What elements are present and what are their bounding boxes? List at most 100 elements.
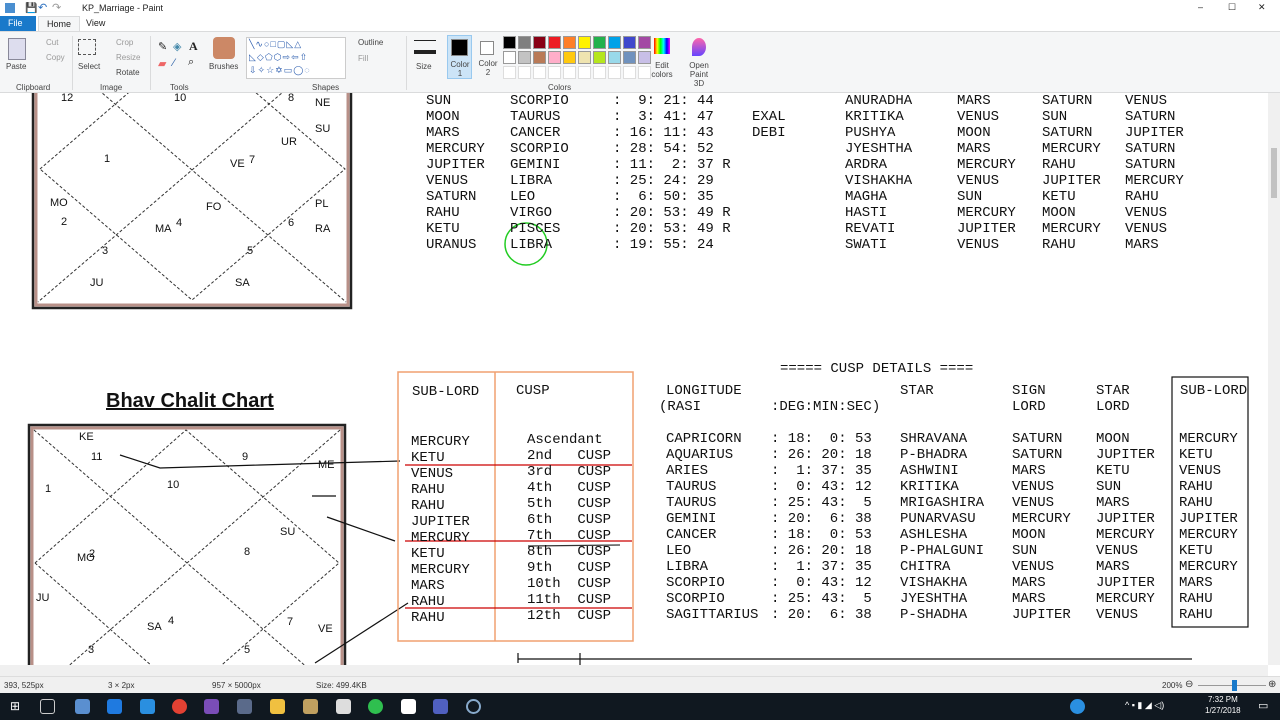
palette-color-swatch[interactable] (608, 36, 621, 49)
file-explorer-icon[interactable] (270, 699, 285, 714)
app-icon-4[interactable] (466, 699, 481, 714)
close-button[interactable]: ✕ (1258, 2, 1266, 13)
palette-color-swatch[interactable] (518, 36, 531, 49)
snipping-tool-icon[interactable] (303, 699, 318, 714)
palette-color-swatch[interactable] (503, 36, 516, 49)
edit-colors-button[interactable]: Edit colors (648, 61, 676, 79)
notifications-icon[interactable]: ▭ (1258, 699, 1268, 712)
rotate-button[interactable]: Rotate (116, 68, 140, 77)
palette-color-swatch[interactable] (593, 51, 606, 64)
palette-color-swatch[interactable] (518, 51, 531, 64)
fill-button[interactable]: Fill (358, 54, 368, 63)
shapes-gallery[interactable]: ╲∿○□▢◺△ ◺◇⬠⬡⇨⇦⇧ ⇩✧☆✡▭◯◌ (246, 37, 346, 79)
help-icon[interactable] (1070, 699, 1085, 714)
app-icon[interactable] (75, 699, 90, 714)
brushes-button[interactable]: Brushes (209, 62, 238, 71)
windows-start-icon[interactable]: ⊞ (10, 699, 20, 713)
tab-view[interactable]: View (78, 16, 113, 31)
minimize-button[interactable]: – (1198, 2, 1203, 12)
whatsapp-icon[interactable] (368, 699, 383, 714)
palette-empty-swatch[interactable] (593, 66, 606, 79)
maximize-button[interactable]: ☐ (1228, 2, 1236, 13)
palette-color-swatch[interactable] (638, 36, 651, 49)
ie-icon[interactable] (140, 699, 155, 714)
palette-empty-swatch[interactable] (608, 66, 621, 79)
paste-button[interactable]: Paste (6, 62, 26, 71)
cusp-details-title: ===== CUSP DETAILS ==== (780, 361, 974, 377)
palette-color-swatch[interactable] (608, 51, 621, 64)
fill-bucket-icon[interactable]: ◈ (173, 40, 181, 53)
palette-color-swatch[interactable] (533, 36, 546, 49)
edge-icon[interactable] (107, 699, 122, 714)
palette-color-swatch[interactable] (578, 36, 591, 49)
palette-empty-swatch[interactable] (518, 66, 531, 79)
palette-empty-swatch[interactable] (563, 66, 576, 79)
palette-color-swatch[interactable] (503, 51, 516, 64)
save-icon[interactable]: 💾 (25, 3, 37, 14)
color1-button[interactable]: Color 1 (447, 35, 472, 79)
app-icon-2[interactable] (401, 699, 416, 714)
tab-file[interactable]: File (0, 16, 36, 31)
color-picker-icon[interactable]: ⁄ (173, 57, 175, 69)
clock-time[interactable]: 7:32 PM (1208, 695, 1238, 704)
palette-empty-swatch[interactable] (623, 66, 636, 79)
paint3d-icon[interactable] (692, 38, 706, 56)
magnifier-icon[interactable]: ⌕ (188, 56, 194, 69)
task-view-icon[interactable] (40, 699, 55, 714)
palette-color-swatch[interactable] (548, 36, 561, 49)
size-button[interactable]: Size (416, 62, 432, 71)
palette-color-swatch[interactable] (548, 51, 561, 64)
palette-color-swatch[interactable] (623, 36, 636, 49)
palette-empty-swatch[interactable] (578, 66, 591, 79)
copy-button[interactable]: Copy (46, 53, 65, 62)
color2-button[interactable]: Color 2 (476, 35, 501, 79)
canvas[interactable]: 12 10 8 NE SU UR 1 VE 7 MO 2 FO MA 4 PL 6 RA 3 5 JU SA KE 11 9… (0, 93, 1268, 665)
cusp-table-cell: VENUS (1012, 479, 1055, 495)
chrome-icon[interactable] (172, 699, 187, 714)
cut-button[interactable]: Cut (46, 38, 58, 47)
zoom-slider-thumb[interactable] (1232, 680, 1237, 691)
app-icon-3[interactable] (433, 699, 448, 714)
open-paint3d-button[interactable]: Open Paint 3D (684, 61, 714, 88)
rasi-chart-label: 8 (288, 93, 295, 104)
outline-button[interactable]: Outline (358, 38, 383, 47)
brushes-icon[interactable] (213, 37, 235, 59)
palette-color-swatch[interactable] (563, 36, 576, 49)
tab-home[interactable]: Home (38, 16, 81, 31)
palette-empty-swatch[interactable] (503, 66, 516, 79)
resize-button[interactable]: Resize (116, 53, 140, 62)
paint-taskbar-icon[interactable] (237, 699, 252, 714)
planet-table-cell: JUPITER (1125, 125, 1184, 141)
crop-button[interactable]: Crop (116, 38, 133, 47)
pencil-icon[interactable]: ✎ (158, 40, 167, 53)
select-icon[interactable] (78, 39, 96, 55)
zoom-in-button[interactable]: ⊕ (1268, 679, 1276, 690)
palette-color-swatch[interactable] (578, 51, 591, 64)
palette-empty-swatch[interactable] (533, 66, 546, 79)
undo-icon[interactable]: ↶ (38, 1, 47, 14)
horizontal-scrollbar[interactable] (0, 665, 1268, 676)
palette-color-swatch[interactable] (533, 51, 546, 64)
calendar-icon[interactable] (336, 699, 351, 714)
system-tray-icons[interactable]: ^ ▪ ▮ ◢ ◁) (1125, 700, 1164, 711)
paste-icon[interactable] (8, 38, 26, 60)
planet-table-cell: KETU (426, 221, 460, 237)
edit-colors-icon[interactable] (654, 38, 670, 54)
scrollbar-thumb[interactable] (1271, 148, 1277, 198)
visual-studio-icon[interactable] (204, 699, 219, 714)
clipboard-group-label: Clipboard (16, 83, 51, 92)
planet-table-cell: MOON (1042, 205, 1076, 221)
select-button[interactable]: Select (78, 62, 100, 71)
palette-color-swatch[interactable] (593, 36, 606, 49)
redo-icon[interactable]: ↷ (52, 1, 61, 14)
size-icon[interactable] (414, 40, 436, 54)
zoom-out-button[interactable]: ⊖ (1185, 679, 1193, 690)
eraser-icon[interactable]: ▰ (158, 57, 166, 70)
vertical-scrollbar[interactable] (1268, 93, 1280, 665)
palette-color-swatch[interactable] (623, 51, 636, 64)
text-tool-icon[interactable]: A (189, 39, 198, 54)
palette-empty-swatch[interactable] (548, 66, 561, 79)
cusp-table-cell: MARS (1096, 495, 1130, 511)
palette-color-swatch[interactable] (563, 51, 576, 64)
clock-date[interactable]: 1/27/2018 (1205, 706, 1241, 715)
